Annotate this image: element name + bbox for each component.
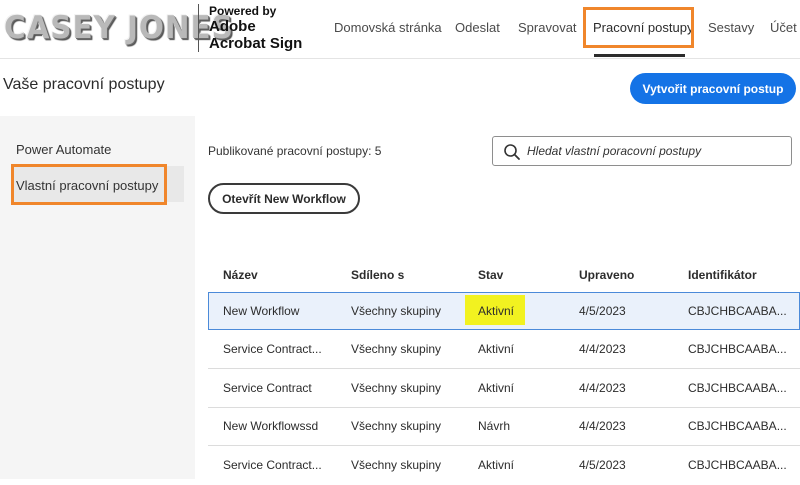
nav-send[interactable]: Odeslat <box>455 20 500 35</box>
sidebar-item-power-automate[interactable]: Power Automate <box>16 142 111 157</box>
create-workflow-button[interactable]: Vytvořit pracovní postup <box>630 73 796 104</box>
table-row[interactable]: Service Contract... Všechny skupiny Akti… <box>208 331 800 369</box>
powered-by-label: Powered by <box>209 4 277 18</box>
search-placeholder: Hledat vlastní poracovní postupy <box>527 144 702 158</box>
cell-status: Návrh <box>478 419 511 433</box>
nav-reports[interactable]: Sestavy <box>708 20 754 35</box>
search-icon <box>504 144 520 160</box>
cell-name: Service Contract... <box>223 458 322 472</box>
page-title: Vaše pracovní postupy <box>3 76 165 93</box>
nav-account[interactable]: Účet <box>770 20 797 35</box>
cell-name: New Workflow <box>223 304 300 318</box>
company-logo: CASEY JONES <box>4 10 234 46</box>
cell-id: CBJCHBCAABA... <box>688 419 787 433</box>
cell-modified: 4/4/2023 <box>579 381 626 395</box>
sidebar-item-highlight <box>11 164 167 205</box>
cell-modified: 4/5/2023 <box>579 304 626 318</box>
active-tab-underline <box>594 54 685 57</box>
cell-name: New Workflowssd <box>223 419 319 433</box>
cell-name: Service Contract... <box>223 342 322 356</box>
cell-shared: Všechny skupiny <box>351 381 442 395</box>
cell-modified: 4/4/2023 <box>579 342 626 356</box>
column-header-modified[interactable]: Upraveno <box>579 268 634 282</box>
table-row[interactable]: New Workflow Všechny skupiny Aktivní 4/5… <box>208 292 800 330</box>
nav-workflows-highlight <box>583 7 694 48</box>
cell-id: CBJCHBCAABA... <box>688 342 787 356</box>
brand-line-2: Acrobat Sign <box>209 35 303 52</box>
cell-status: Aktivní <box>478 304 515 318</box>
column-header-name[interactable]: Název <box>223 268 258 282</box>
table-row[interactable]: New Workflowssd Všechny skupiny Návrh 4/… <box>208 408 800 446</box>
cell-shared: Všechny skupiny <box>351 342 442 356</box>
table-row[interactable]: Service Contract... Všechny skupiny Akti… <box>208 447 800 485</box>
column-header-id[interactable]: Identifikátor <box>688 268 757 282</box>
cell-status: Aktivní <box>478 381 515 395</box>
cell-id: CBJCHBCAABA... <box>688 458 787 472</box>
open-workflow-button[interactable]: Otevřít New Workflow <box>208 183 360 214</box>
cell-shared: Všechny skupiny <box>351 458 442 472</box>
table-row[interactable]: Service Contract Všechny skupiny Aktivní… <box>208 370 800 408</box>
cell-shared: Všechny skupiny <box>351 419 442 433</box>
brand-line-1: Adobe <box>209 18 256 35</box>
header-divider <box>198 4 199 52</box>
cell-name: Service Contract <box>223 381 312 395</box>
published-count: Publikované pracovní postupy: 5 <box>208 144 382 158</box>
cell-id: CBJCHBCAABA... <box>688 304 787 318</box>
cell-status: Aktivní <box>478 342 515 356</box>
cell-modified: 4/5/2023 <box>579 458 626 472</box>
column-header-status[interactable]: Stav <box>478 268 503 282</box>
cell-status: Aktivní <box>478 458 515 472</box>
cell-id: CBJCHBCAABA... <box>688 381 787 395</box>
cell-modified: 4/4/2023 <box>579 419 626 433</box>
nav-manage[interactable]: Spravovat <box>518 20 577 35</box>
adobe-sign-brand: Adobe Acrobat Sign <box>209 18 329 52</box>
nav-home[interactable]: Domovská stránka <box>334 20 442 35</box>
search-field[interactable]: Hledat vlastní poracovní postupy <box>492 136 792 166</box>
cell-shared: Všechny skupiny <box>351 304 442 318</box>
column-header-shared[interactable]: Sdíleno s <box>351 268 404 282</box>
